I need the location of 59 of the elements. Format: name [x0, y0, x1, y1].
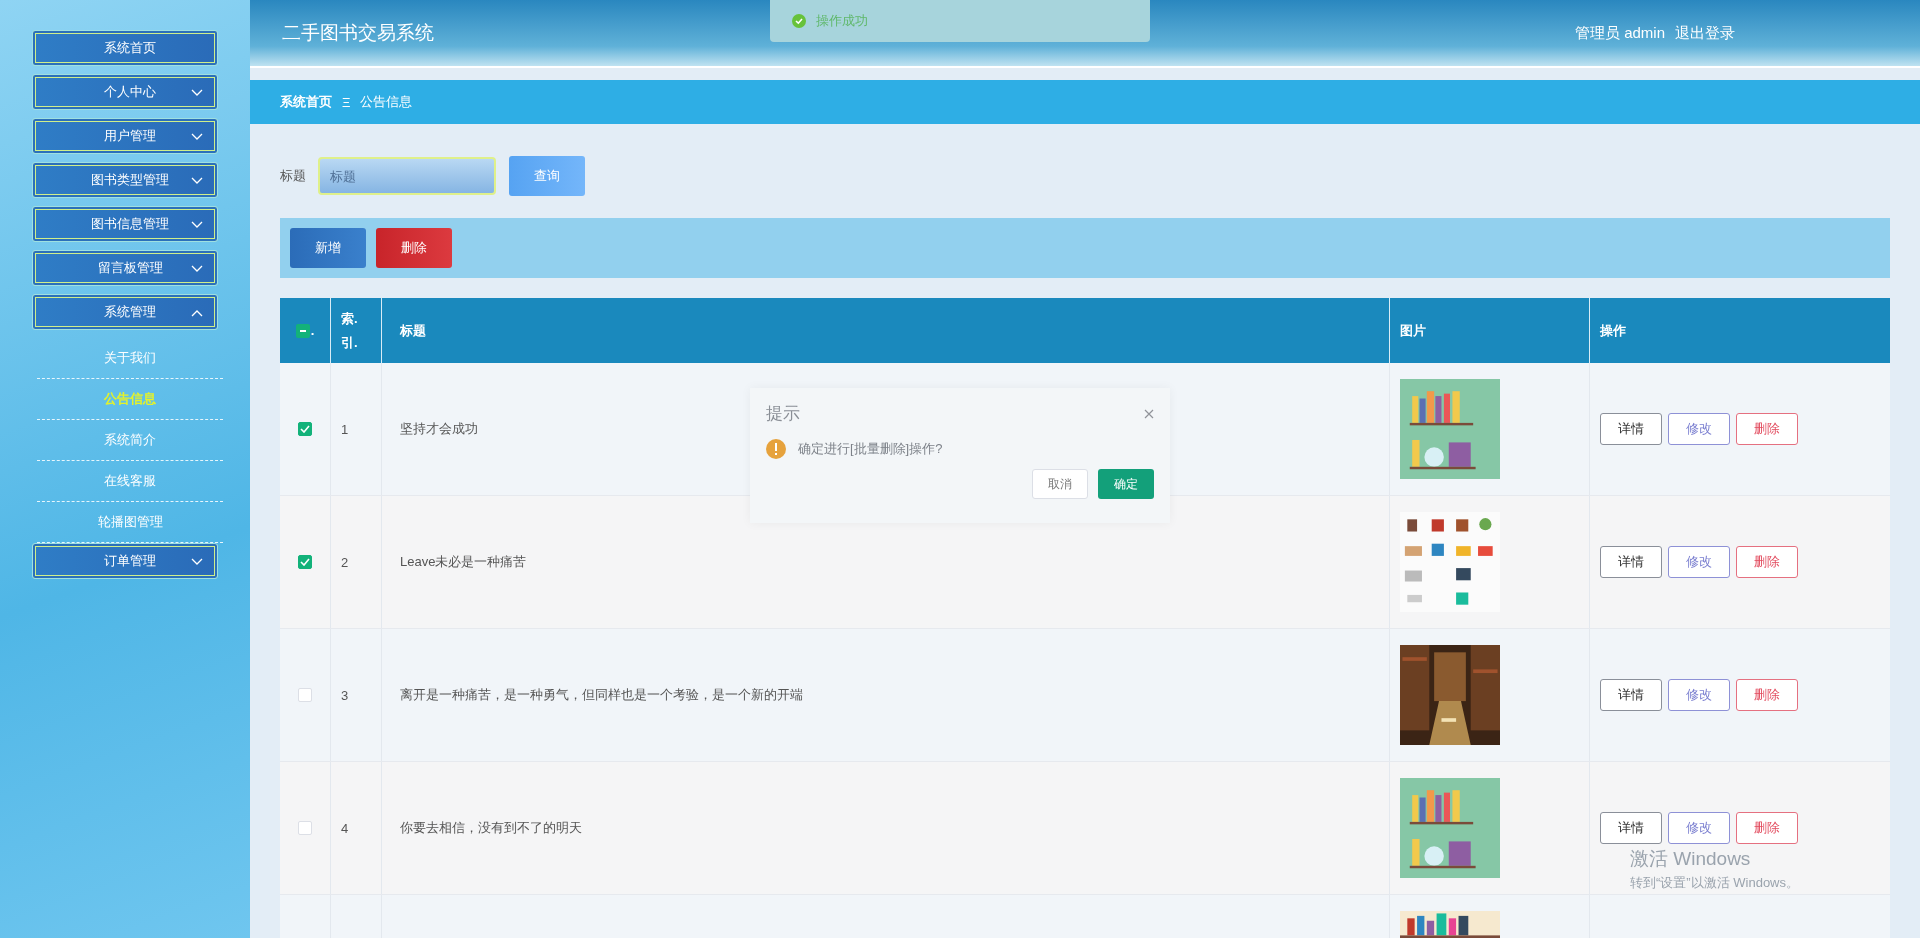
- select-all-checkbox[interactable]: [295, 323, 310, 338]
- column-header: 操作: [1600, 321, 1626, 340]
- logout-link[interactable]: 退出登录: [1675, 23, 1735, 43]
- breadcrumb-link[interactable]: 公告信息: [360, 93, 413, 111]
- table-cell: 2: [341, 554, 349, 570]
- column-header: 图片: [1400, 321, 1426, 340]
- success-icon: [792, 14, 806, 28]
- table-cell: 你要去相信，没有到不了的明天: [400, 819, 582, 837]
- delete-button[interactable]: 删除: [1736, 812, 1798, 844]
- menu-button[interactable]: 系统首页: [32, 30, 218, 66]
- breadcrumb-separator: Ξ: [342, 94, 351, 110]
- search-label: 标题: [280, 167, 306, 185]
- details-button[interactable]: 详情: [1600, 546, 1662, 578]
- delete-button[interactable]: 删除: [1736, 413, 1798, 445]
- dialog-title: 提示: [766, 403, 800, 425]
- activation-notice-text: 转到“设置”以激活 Windows。: [1630, 874, 1799, 892]
- edit-button[interactable]: 修改: [1668, 546, 1730, 578]
- edit-button[interactable]: 修改: [1668, 679, 1730, 711]
- table-cell: 离开是一种痛苦，是一种勇气，但同样也是一个考验，是一个新的开端: [400, 686, 803, 704]
- menu-button[interactable]: 图书信息管理: [32, 206, 218, 242]
- details-button[interactable]: 详情: [1600, 679, 1662, 711]
- warning-icon: [766, 439, 786, 459]
- breadcrumb-link[interactable]: 系统首页: [280, 93, 332, 111]
- column-header: 标题: [400, 321, 426, 340]
- delete-button[interactable]: 删除: [1736, 546, 1798, 578]
- activation-notice-title: 激活 Windows: [1630, 847, 1752, 871]
- close-icon[interactable]: [1144, 408, 1154, 419]
- menu-button[interactable]: 留言板管理: [32, 250, 218, 286]
- delete-button[interactable]: 删除: [1736, 679, 1798, 711]
- submenu-item[interactable]: 系统简介: [37, 420, 223, 461]
- toast-message: 操作成功: [816, 12, 868, 30]
- search-button[interactable]: 查询: [509, 156, 585, 196]
- submenu-item[interactable]: 在线客服: [37, 461, 223, 502]
- menu-button[interactable]: 个人中心: [32, 74, 218, 110]
- menu-button[interactable]: 订单管理: [32, 543, 218, 579]
- confirm-button[interactable]: 确定: [1098, 469, 1154, 499]
- title-field[interactable]: 标题: [318, 157, 496, 195]
- table-cell: 4: [341, 820, 349, 836]
- menu-button[interactable]: 用户管理: [32, 118, 218, 154]
- app-title: 二手图书交易系统: [282, 21, 434, 45]
- menu-button[interactable]: 图书类型管理: [32, 162, 218, 198]
- cancel-button[interactable]: 取消: [1032, 469, 1088, 499]
- add-button[interactable]: 新增: [290, 228, 366, 268]
- menu-button[interactable]: 系统管理: [32, 294, 218, 330]
- row-checkbox[interactable]: [298, 422, 312, 436]
- user-label: 管理员 admin: [1574, 23, 1665, 43]
- row-checkbox[interactable]: [298, 555, 312, 569]
- header-text: .: [310, 323, 315, 338]
- table-cell: 3: [341, 687, 349, 703]
- edit-button[interactable]: 修改: [1668, 812, 1730, 844]
- table-cell: Leave未必是一种痛苦: [400, 553, 527, 571]
- dialog-message: 确定进行[批量删除]操作?: [798, 440, 943, 458]
- edit-button[interactable]: 修改: [1668, 413, 1730, 445]
- column-header: 索.引.: [341, 309, 359, 352]
- table-cell: 坚持才会成功: [400, 420, 478, 438]
- details-button[interactable]: 详情: [1600, 413, 1662, 445]
- delete-button[interactable]: 删除: [376, 228, 452, 268]
- details-button[interactable]: 详情: [1600, 812, 1662, 844]
- table-cell: 1: [341, 421, 349, 437]
